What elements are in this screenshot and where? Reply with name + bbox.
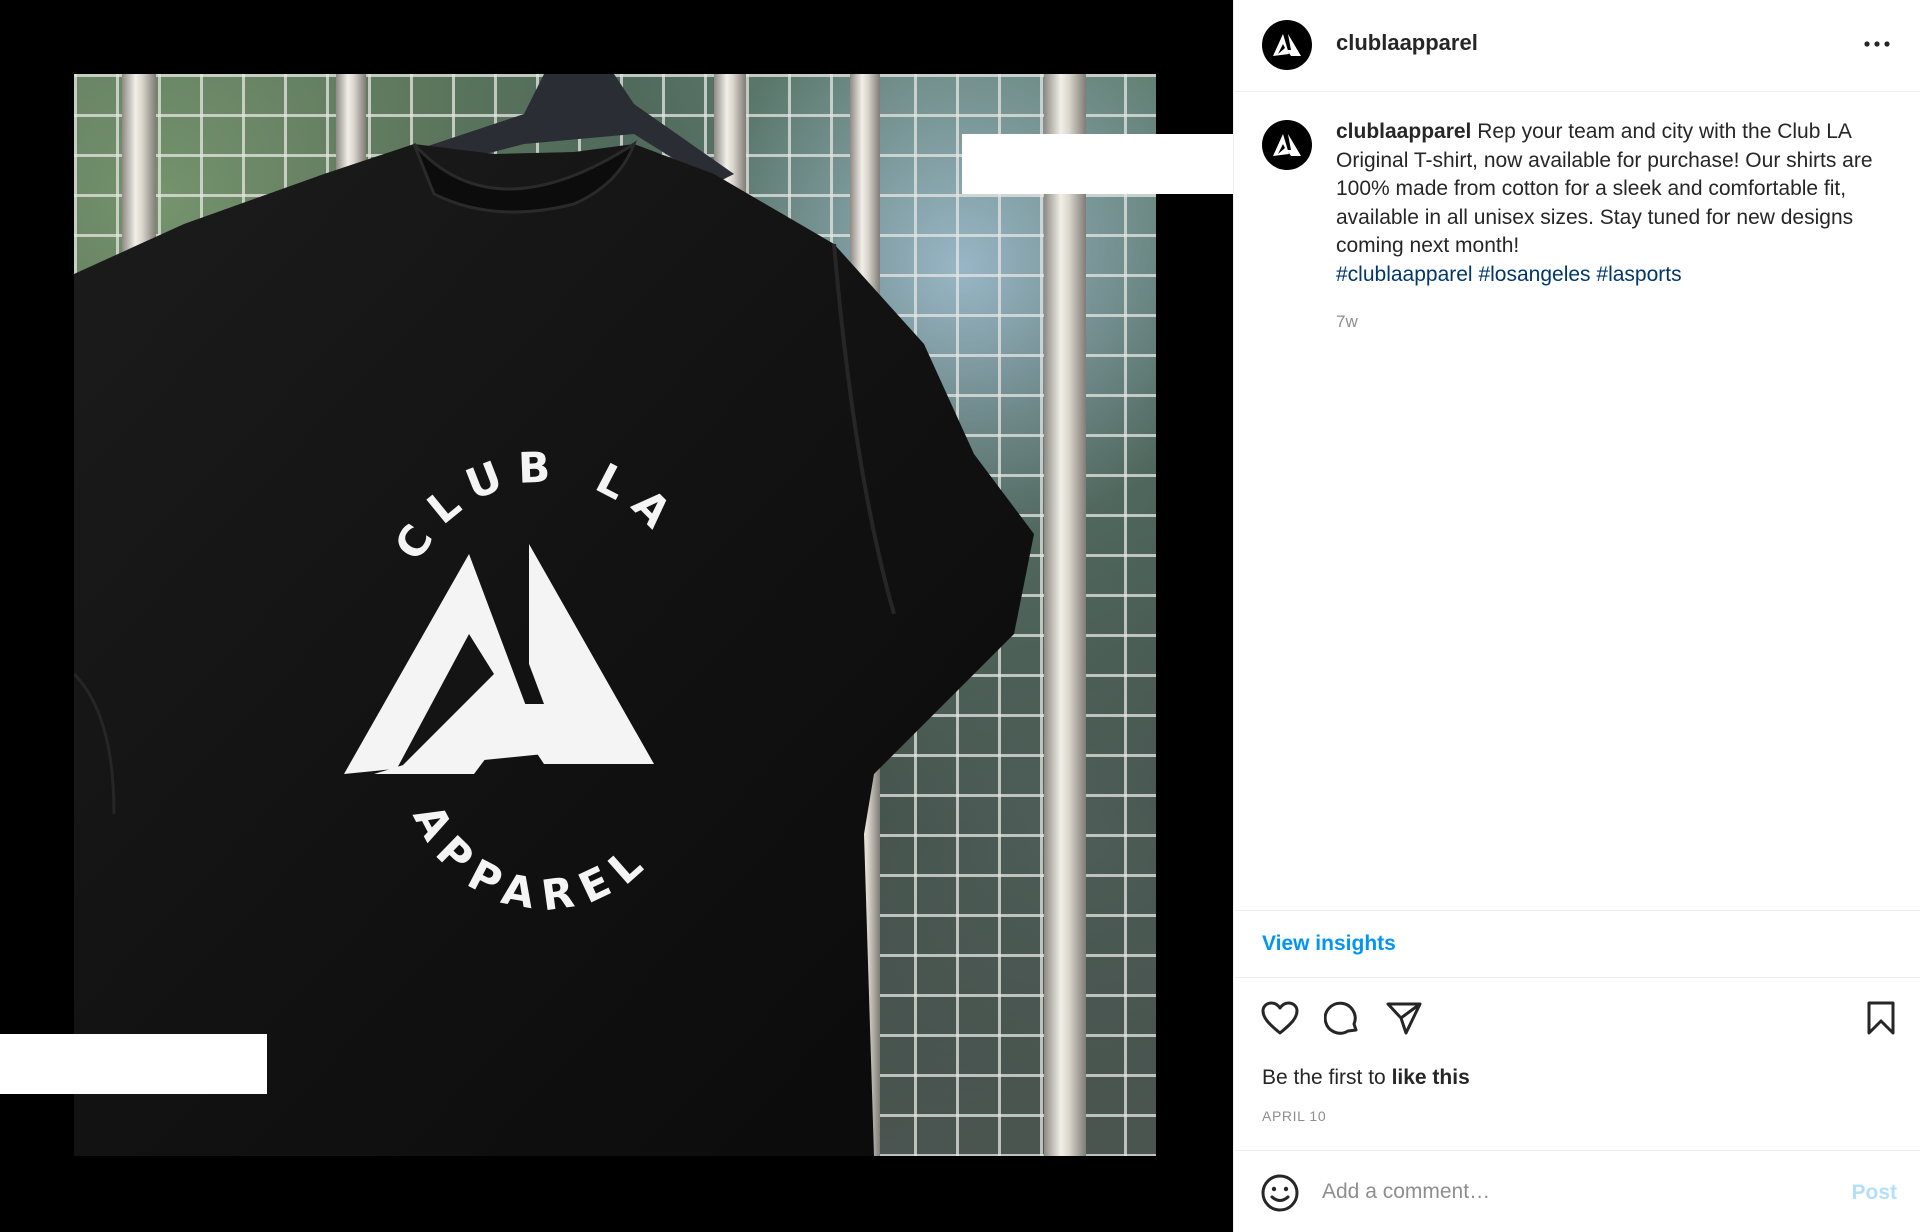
share-icon[interactable] [1382,996,1426,1040]
emoji-icon[interactable] [1260,1173,1300,1213]
heart-icon[interactable] [1258,996,1302,1040]
white-overlay-bar [0,1034,267,1094]
caption-text: clublaapparel Rep your team and city wit… [1336,118,1876,289]
caption-username[interactable]: clublaapparel [1336,120,1471,143]
post-info-panel: clublaapparel clublaapparel Rep your tea… [1233,0,1920,1232]
more-horizontal-icon[interactable] [1859,26,1895,62]
hashtag-link[interactable]: #losangeles [1478,263,1590,286]
post-age[interactable]: 7w [1336,312,1358,332]
white-overlay-bar [962,134,1233,194]
post-media-panel: CLUB LA APPAREL [0,0,1233,1232]
post-photo[interactable]: CLUB LA APPAREL [74,74,1156,1156]
post-comment-button[interactable]: Post [1851,1181,1897,1205]
club-la-logo-icon[interactable] [1262,120,1312,170]
hashtag-link[interactable]: #lasports [1596,263,1681,286]
header-username[interactable]: clublaapparel [1336,30,1478,56]
post-header: clublaapparel [1234,0,1920,92]
bookmark-icon[interactable] [1859,996,1903,1040]
likes-prefix: Be the first to [1262,1066,1392,1089]
comment-row: Post [1234,1150,1920,1232]
comment-input[interactable] [1322,1171,1802,1213]
like-this-link[interactable]: like this [1392,1066,1470,1089]
comment-icon[interactable] [1320,996,1364,1040]
post-date[interactable]: APRIL 10 [1262,1108,1326,1124]
likes-summary: Be the first to like this [1262,1066,1470,1090]
hashtag-link[interactable]: #clublaapparel [1336,263,1473,286]
insights-row: View insights [1234,910,1920,978]
actions-row [1234,996,1920,1044]
club-la-logo-icon[interactable] [1262,20,1312,70]
view-insights-link[interactable]: View insights [1262,932,1396,956]
tshirt-graphic: CLUB LA APPAREL [74,74,1034,1156]
